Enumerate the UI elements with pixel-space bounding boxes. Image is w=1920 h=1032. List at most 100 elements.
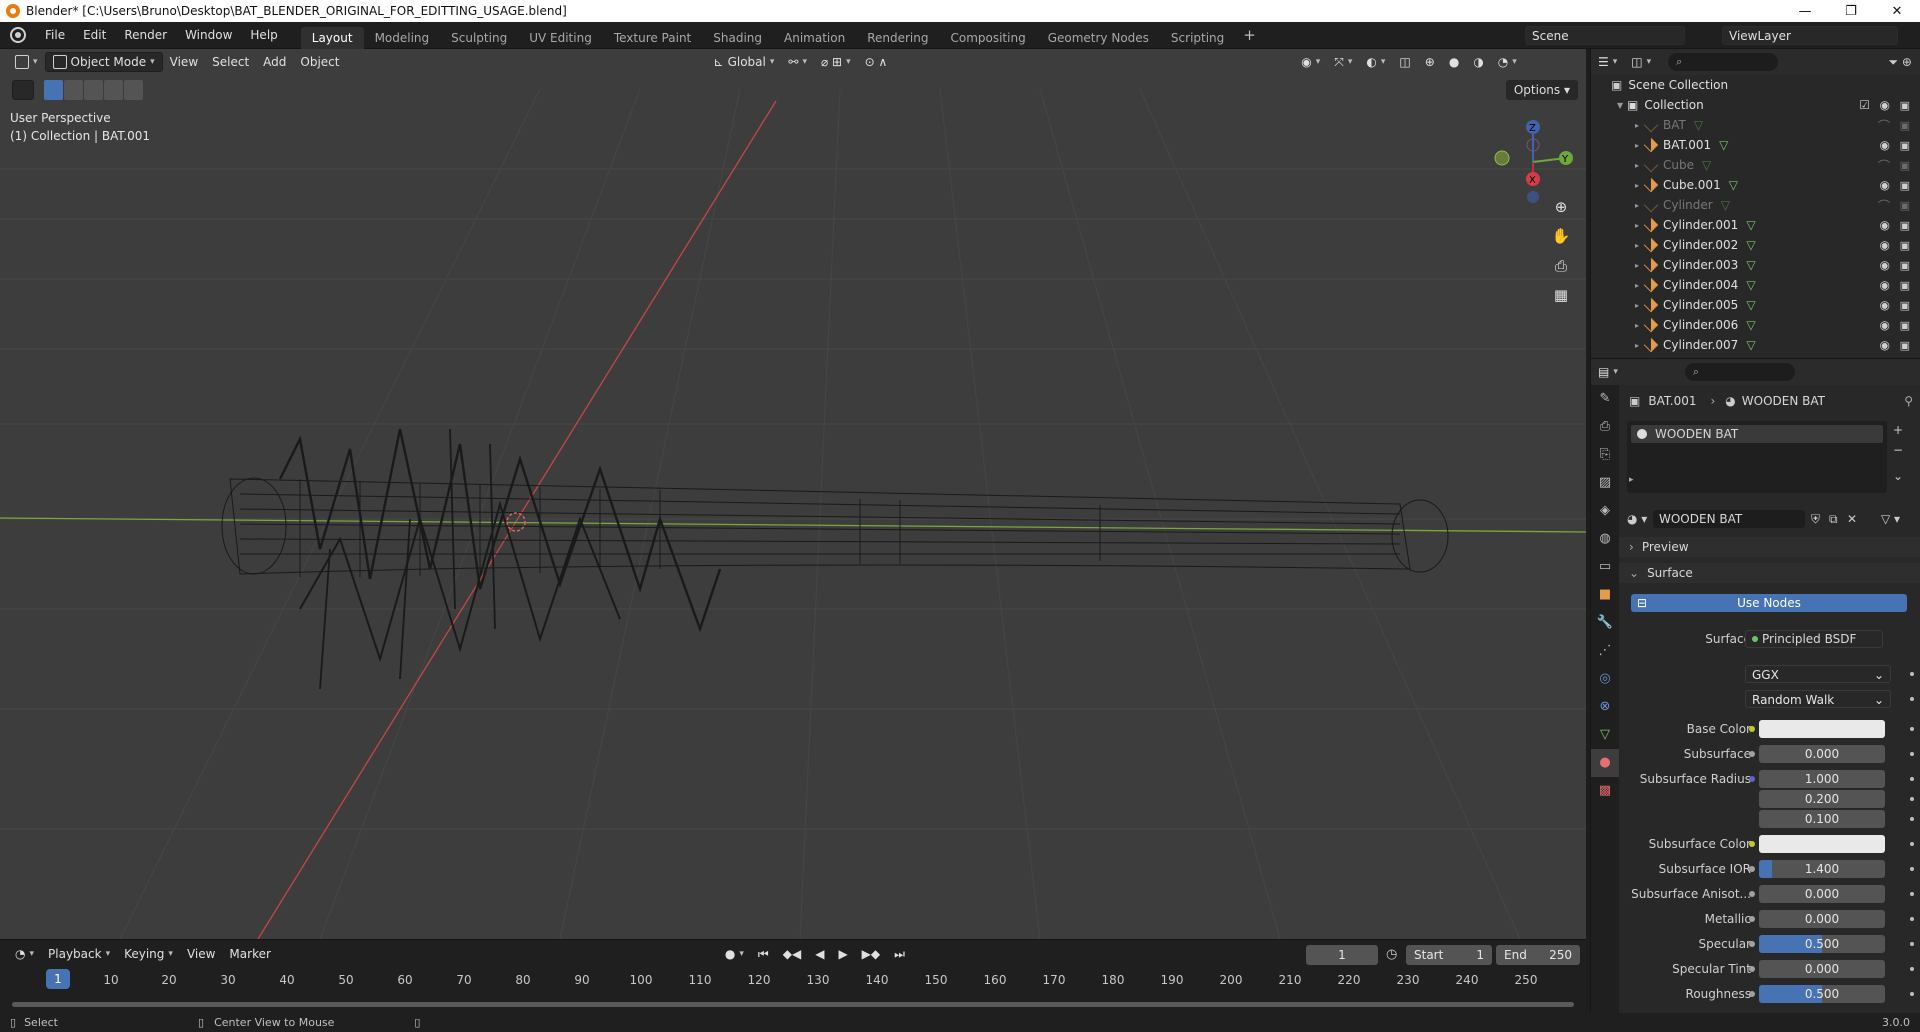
camera-icon[interactable]: ▣ (1900, 199, 1910, 212)
slot-menu-chevron-icon[interactable]: ⌄ (1893, 469, 1903, 483)
tab-uv-editing[interactable]: UV Editing (518, 27, 603, 49)
mesh-data-icon[interactable]: ▽ (1746, 278, 1755, 292)
scene-selector[interactable]: Scene (1525, 26, 1685, 45)
options-dropdown[interactable]: Options ▾ (1505, 80, 1578, 100)
property-value-field[interactable]: 1.400 (1759, 860, 1885, 878)
outliner-editor-type-icon[interactable]: ☰ ▾ (1591, 52, 1624, 72)
material-slot-list[interactable]: WOODEN BAT (1627, 421, 1887, 493)
mesh-data-icon[interactable]: ▽ (1746, 238, 1755, 252)
camera-icon[interactable]: ▣ (1900, 179, 1910, 192)
mesh-data-icon[interactable]: ▽ (1746, 258, 1755, 272)
editor-type-button[interactable]: ▾ (8, 52, 45, 72)
select-intersect-icon[interactable] (124, 80, 143, 100)
socket-icon[interactable] (1749, 991, 1755, 997)
pan-hand-icon[interactable]: ✋ (1548, 223, 1574, 249)
keyframe-dot[interactable] (1910, 817, 1914, 821)
property-value-field[interactable]: 0.000 (1759, 960, 1885, 978)
keyframe-dot[interactable] (1910, 752, 1914, 756)
outliner-item[interactable]: ▸ Cylinder.006 ▽ ◉ ▣ (1591, 315, 1920, 335)
tool-tab-icon[interactable]: ✎ (1591, 385, 1619, 413)
xray-icon[interactable]: ◫ (1392, 52, 1417, 72)
socket-icon[interactable] (1749, 751, 1755, 757)
auto-key-icon[interactable]: ● ▾ (718, 944, 751, 964)
tab-compositing[interactable]: Compositing (939, 27, 1036, 49)
timeline-scrollbar[interactable] (12, 1002, 1574, 1007)
particles-tab-icon[interactable]: ⋰ (1591, 637, 1619, 665)
keyframe-dot[interactable] (1910, 917, 1914, 921)
preview-panel-header[interactable]: › Preview (1619, 537, 1920, 557)
distribution-dropdown[interactable]: GGX ⌄ (1745, 665, 1891, 683)
outliner-item[interactable]: ▸ Cylinder.002 ▽ ◉ ▣ (1591, 235, 1920, 255)
tab-modeling[interactable]: Modeling (364, 27, 441, 49)
outliner-panel[interactable]: ☰ ▾ ◫ ▾ ⌕ ⏷ ⊕ ▣ Scene Collection ▼ ▣ Col… (1590, 49, 1920, 358)
view-layer-selector[interactable]: ViewLayer (1722, 26, 1898, 45)
camera-icon[interactable]: ▣ (1900, 259, 1910, 272)
tab-geometry-nodes[interactable]: Geometry Nodes (1037, 27, 1160, 49)
keyframe-dot[interactable] (1910, 967, 1914, 971)
outliner-search-input[interactable]: ⌕ (1668, 53, 1779, 71)
overlays-icon[interactable]: ◐ ▾ (1359, 52, 1392, 72)
keyframe-dot[interactable] (1910, 892, 1914, 896)
outliner-item[interactable]: ▸ Cylinder.007 ▽ ◉ ▣ (1591, 335, 1920, 355)
mesh-data-icon[interactable]: ▽ (1746, 338, 1755, 352)
keyframe-dot[interactable] (1910, 992, 1914, 996)
mesh-data-icon[interactable]: ▽ (1721, 198, 1730, 212)
snap-icon[interactable]: ⌀ ⊞ ▾ (814, 52, 858, 72)
property-value-field[interactable]: 0.500 (1759, 985, 1885, 1003)
socket-icon[interactable] (1749, 841, 1755, 847)
outliner-item[interactable]: ▸ BAT.001 ▽ ◉ ▣ (1591, 135, 1920, 155)
3d-viewport[interactable]: ▾ Object Mode ▾ View Select Add Object ⊾… (0, 49, 1586, 939)
render-tab-icon[interactable]: ⎙ (1591, 413, 1619, 441)
eye-icon[interactable]: ◉ (1880, 338, 1890, 352)
keyframe-dot[interactable] (1910, 867, 1914, 871)
mode-dropdown[interactable]: Object Mode ▾ (44, 52, 163, 72)
eye-icon[interactable]: ◉ (1880, 138, 1890, 152)
camera-icon[interactable]: ▣ (1900, 239, 1910, 252)
camera-icon[interactable]: ▣ (1900, 319, 1910, 332)
tab-rendering[interactable]: Rendering (856, 27, 939, 49)
data-tab-icon[interactable]: ▽ (1591, 721, 1619, 749)
eye-icon[interactable]: ◉ (1880, 278, 1890, 292)
end-frame-field[interactable]: End 250 (1496, 945, 1580, 965)
camera-icon[interactable]: ▣ (1900, 299, 1910, 312)
shading-wireframe-icon[interactable]: ⊕ (1418, 52, 1442, 72)
eye-icon[interactable]: ⌒ (1878, 117, 1890, 134)
play-icon[interactable]: ▶ (831, 944, 854, 964)
outliner-item[interactable]: ▸ Cylinder.001 ▽ ◉ ▣ (1591, 215, 1920, 235)
menu-keying[interactable]: Keying ▾ (117, 944, 180, 964)
eye-icon[interactable]: ◉ (1880, 178, 1890, 192)
duplicate-material-icon[interactable]: ⧉ (1829, 512, 1838, 527)
outliner-item[interactable]: ▸ Cylinder.005 ▽ ◉ ▣ (1591, 295, 1920, 315)
outliner-item[interactable]: ▸ BAT ▽ ⌒ ▣ (1591, 115, 1920, 135)
prev-key-icon[interactable]: ◆◀ (776, 944, 808, 964)
menu-help[interactable]: Help (241, 22, 286, 49)
use-nodes-button[interactable]: ⊟ Use Nodes (1631, 594, 1907, 612)
checkbox-icon[interactable]: ☑ (1859, 98, 1870, 112)
outliner-item[interactable]: ▸ Cylinder.003 ▽ ◉ ▣ (1591, 255, 1920, 275)
color-swatch[interactable] (1759, 835, 1885, 853)
material-slot-row[interactable]: WOODEN BAT (1631, 425, 1883, 443)
world-tab-icon[interactable]: ◍ (1591, 525, 1619, 553)
socket-icon[interactable] (1749, 966, 1755, 972)
output-tab-icon[interactable]: ⎘ (1591, 441, 1619, 469)
select-extend-icon[interactable] (64, 80, 83, 100)
browse-material-icon[interactable]: ◕ ▾ (1627, 512, 1647, 526)
keyframe-dot[interactable] (1910, 797, 1914, 801)
keyframe-dot[interactable] (1910, 727, 1914, 731)
property-value-field[interactable]: 0.000 (1759, 745, 1885, 763)
object-tab-icon[interactable]: ■ (1591, 581, 1619, 609)
select-invert-icon[interactable] (104, 80, 123, 100)
zoom-icon[interactable]: ⊕ (1548, 194, 1574, 220)
tab-scripting[interactable]: Scripting (1160, 27, 1235, 49)
close-button[interactable]: ✕ (1874, 4, 1920, 19)
keyframe-dot[interactable] (1910, 777, 1914, 781)
keyframe-dot[interactable] (1910, 672, 1914, 676)
tab-layout[interactable]: Layout (300, 26, 364, 49)
camera-icon[interactable]: ▣ (1900, 99, 1910, 112)
transform-orientation-dropdown[interactable]: ⊾ Global ▾ (707, 52, 782, 72)
camera-icon[interactable]: ▣ (1900, 279, 1910, 292)
menu-view[interactable]: View (163, 52, 205, 72)
tab-sculpting[interactable]: Sculpting (440, 27, 518, 49)
outliner-item[interactable]: ▸ Cube ▽ ⌒ ▣ (1591, 155, 1920, 175)
property-value-field[interactable]: 0.100 (1759, 810, 1885, 828)
